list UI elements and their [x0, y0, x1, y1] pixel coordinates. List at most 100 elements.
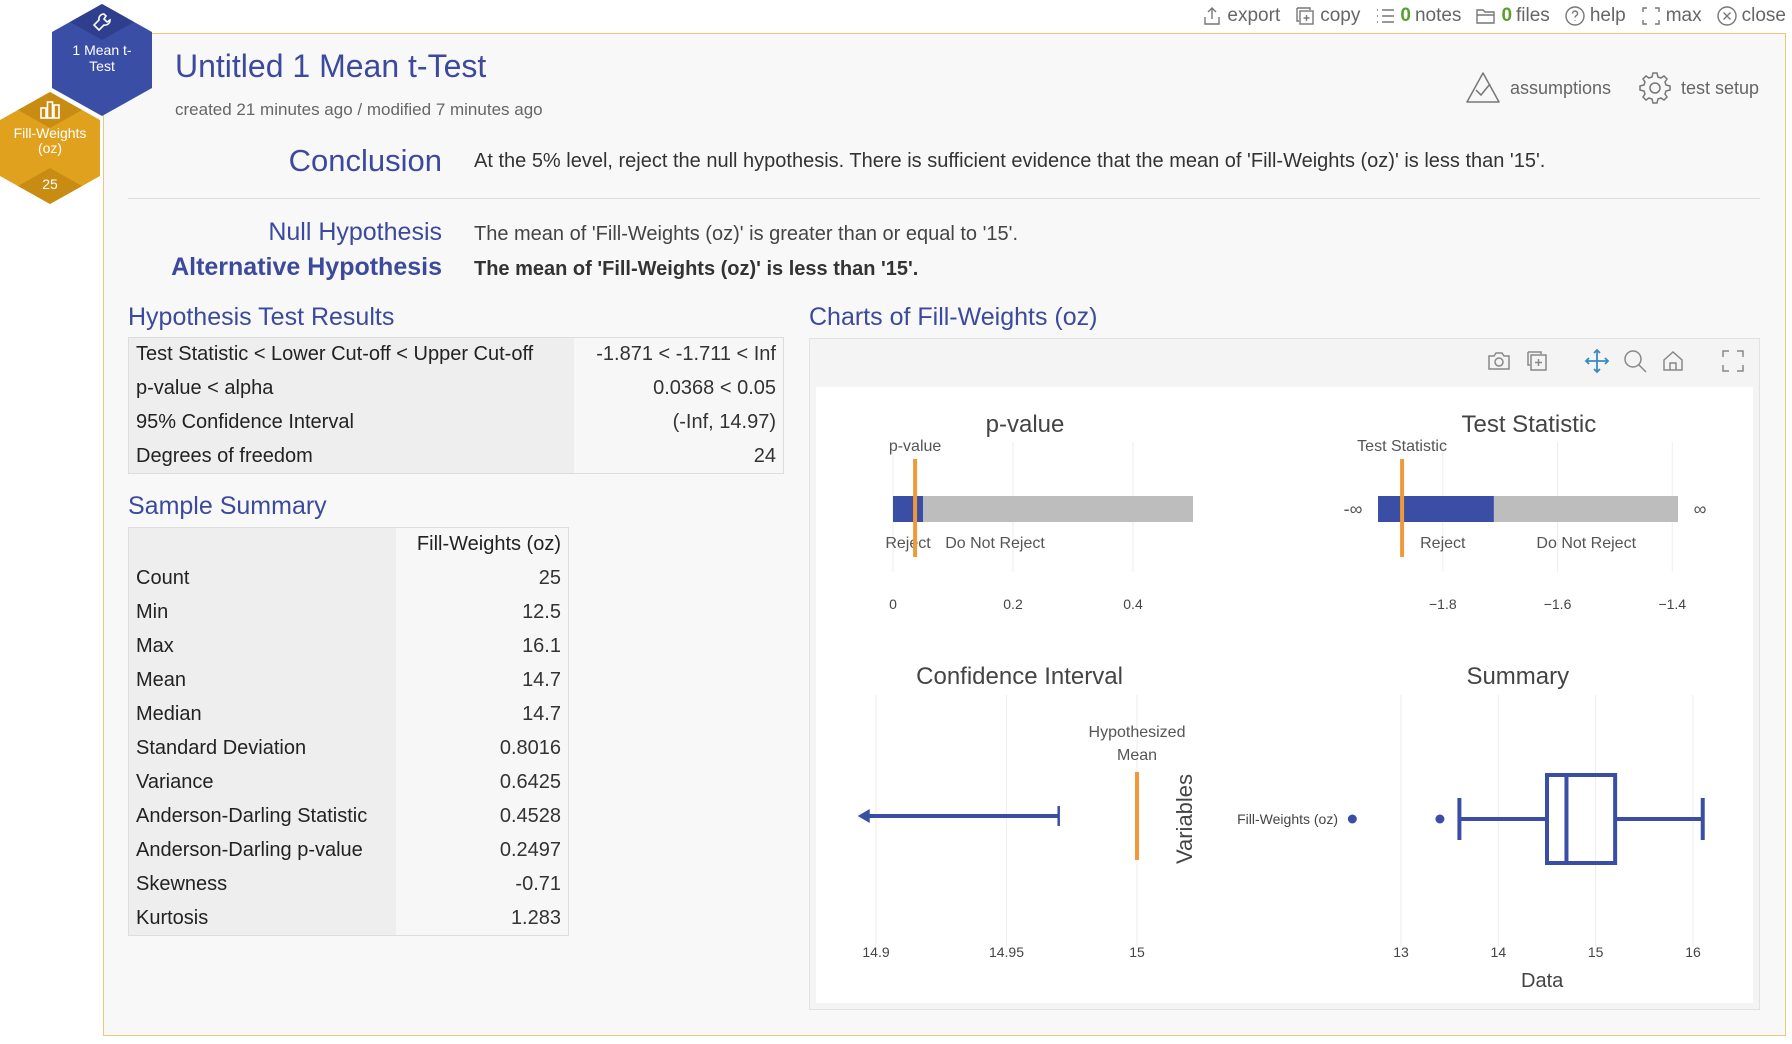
chart-title: Summary [1466, 663, 1569, 690]
summary-row: Anderson-Darling Statistic 0.4528 [128, 799, 569, 834]
test-badge-label: 1 Mean t- Test [52, 42, 152, 74]
x-tick-label: 0.4 [1123, 596, 1143, 612]
wrench-icon [90, 10, 114, 34]
do-not-reject-region [923, 496, 1193, 522]
summary-row-label: Median [128, 697, 396, 732]
copy-chart-button[interactable] [1523, 347, 1551, 375]
assumptions-label: assumptions [1510, 77, 1612, 98]
alternative-hypothesis-label: Alternative Hypothesis [171, 253, 442, 281]
page-title[interactable]: Untitled 1 Mean t-Test [175, 48, 486, 85]
x-tick-label: −1.4 [1658, 596, 1686, 612]
results-row-label: Test Statistic < Lower Cut-off < Upper C… [128, 337, 574, 372]
summary-row: Min 12.5 [128, 595, 569, 630]
assumptions-button[interactable]: assumptions [1464, 70, 1611, 106]
results-row-value: -1.871 < -1.711 < Inf [573, 337, 784, 372]
results-row-value: (-Inf, 14.97) [573, 405, 784, 440]
notes-button[interactable]: 0 notes [1374, 5, 1461, 27]
assumptions-icon [1466, 72, 1500, 103]
results-table: Test Statistic < Lower Cut-off < Upper C… [128, 337, 784, 474]
results-row: Test Statistic < Lower Cut-off < Upper C… [128, 337, 784, 372]
summary-row-label: Kurtosis [128, 901, 396, 936]
conclusion-text: At the 5% level, reject the null hypothe… [474, 150, 1546, 172]
reject-region [1378, 496, 1494, 522]
x-tick-label: 14 [1491, 944, 1507, 960]
pos-infinity-label: ∞ [1694, 499, 1707, 519]
hypothesized-mean-label-line1: Hypothesized [1089, 724, 1186, 741]
summary-row-label: Count [128, 561, 396, 596]
summary-row: Standard Deviation 0.8016 [128, 731, 569, 766]
home-icon [1663, 350, 1683, 371]
copy-button[interactable]: copy [1294, 5, 1360, 27]
summary-row-label: Anderson-Darling p-value [128, 833, 396, 868]
summary-row-value: 0.8016 [395, 731, 569, 766]
summary-row: Count 25 [128, 561, 569, 596]
chart-modebar [1485, 347, 1747, 375]
summary-row-value: 0.6425 [395, 765, 569, 800]
page-subtitle: created 21 minutes ago / modified 7 minu… [175, 100, 543, 119]
results-row: 95% Confidence Interval (-Inf, 14.97) [128, 405, 784, 440]
charts-container: p-value 0 0.2 0.4 Reject Do Not Reject p-value… [809, 338, 1760, 1010]
files-button[interactable]: 0 files [1475, 5, 1550, 27]
fullscreen-icon [1722, 350, 1744, 372]
results-row-label: 95% Confidence Interval [128, 405, 574, 440]
outlier-point [1347, 814, 1357, 824]
summary-row-label: Anderson-Darling Statistic [128, 799, 396, 834]
pan-button[interactable] [1583, 347, 1611, 375]
test-setup-label: test setup [1681, 77, 1760, 98]
summary-row: Max 16.1 [128, 629, 569, 664]
marker-label: p-value [889, 438, 942, 455]
maximize-icon [1642, 7, 1660, 25]
summary-row: Anderson-Darling p-value 0.2497 [128, 833, 569, 868]
max-label: max [1665, 5, 1702, 26]
summary-row-value: -0.71 [395, 867, 569, 902]
summary-row-label: Mean [128, 663, 396, 698]
help-icon [1565, 6, 1585, 26]
list-icon [1377, 9, 1395, 23]
export-icon [1204, 7, 1221, 25]
do-not-reject-region [1493, 496, 1678, 522]
summary-row-value: 1.283 [395, 901, 569, 936]
marker-label: Test Statistic [1357, 438, 1447, 455]
test-setup-button[interactable]: test setup [1637, 70, 1759, 106]
results-row-value: 0.0368 < 0.05 [573, 371, 784, 406]
summary-row-value: 0.4528 [395, 799, 569, 834]
copy-label: copy [1320, 5, 1361, 26]
charts-svg[interactable]: p-value 0 0.2 0.4 Reject Do Not Reject p-value… [816, 387, 1753, 1003]
summary-row-label: Min [128, 595, 396, 630]
files-label: files [1516, 5, 1550, 26]
close-button[interactable]: close [1716, 5, 1786, 27]
summary-row-label: Max [128, 629, 396, 664]
camera-button[interactable] [1485, 347, 1513, 375]
null-hypothesis-label: Null Hypothesis [268, 218, 442, 246]
y-axis-label: Variables [1172, 774, 1197, 864]
results-row-value: 24 [573, 439, 784, 474]
variable-badge[interactable]: Fill-Weights (oz) 25 [0, 92, 100, 204]
summary-title: Sample Summary [128, 492, 327, 520]
do-not-reject-label: Do Not Reject [1536, 535, 1636, 552]
summary-row: Skewness -0.71 [128, 867, 569, 902]
zoom-icon [1624, 350, 1647, 373]
iqr-box [1545, 773, 1618, 865]
zoom-button[interactable] [1621, 347, 1649, 375]
fullscreen-button[interactable] [1719, 347, 1747, 375]
summary-row: Variance 0.6425 [128, 765, 569, 800]
summary-row-label: Standard Deviation [128, 731, 396, 766]
files-count: 0 [1501, 5, 1513, 26]
results-row-label: p-value < alpha [128, 371, 574, 406]
x-tick-label: 15 [1129, 944, 1145, 960]
summary-row: Median 14.7 [128, 697, 569, 732]
home-button[interactable] [1659, 347, 1687, 375]
variable-badge-line2: (oz) [37, 140, 63, 156]
reject-label: Reject [1420, 535, 1466, 552]
gear-icon [1639, 72, 1671, 104]
hypothesized-mean-label-line2: Mean [1117, 747, 1157, 764]
help-button[interactable]: help [1564, 5, 1626, 27]
notes-label: notes [1414, 5, 1462, 26]
summary-row-value: 14.7 [395, 697, 569, 732]
export-button[interactable]: export [1201, 5, 1280, 27]
y-category-label: Fill-Weights (oz) [1237, 811, 1338, 827]
x-tick-label: 0 [889, 596, 897, 612]
chart-title: Confidence Interval [916, 663, 1123, 690]
copy-icon [1527, 351, 1547, 371]
max-button[interactable]: max [1640, 5, 1702, 27]
